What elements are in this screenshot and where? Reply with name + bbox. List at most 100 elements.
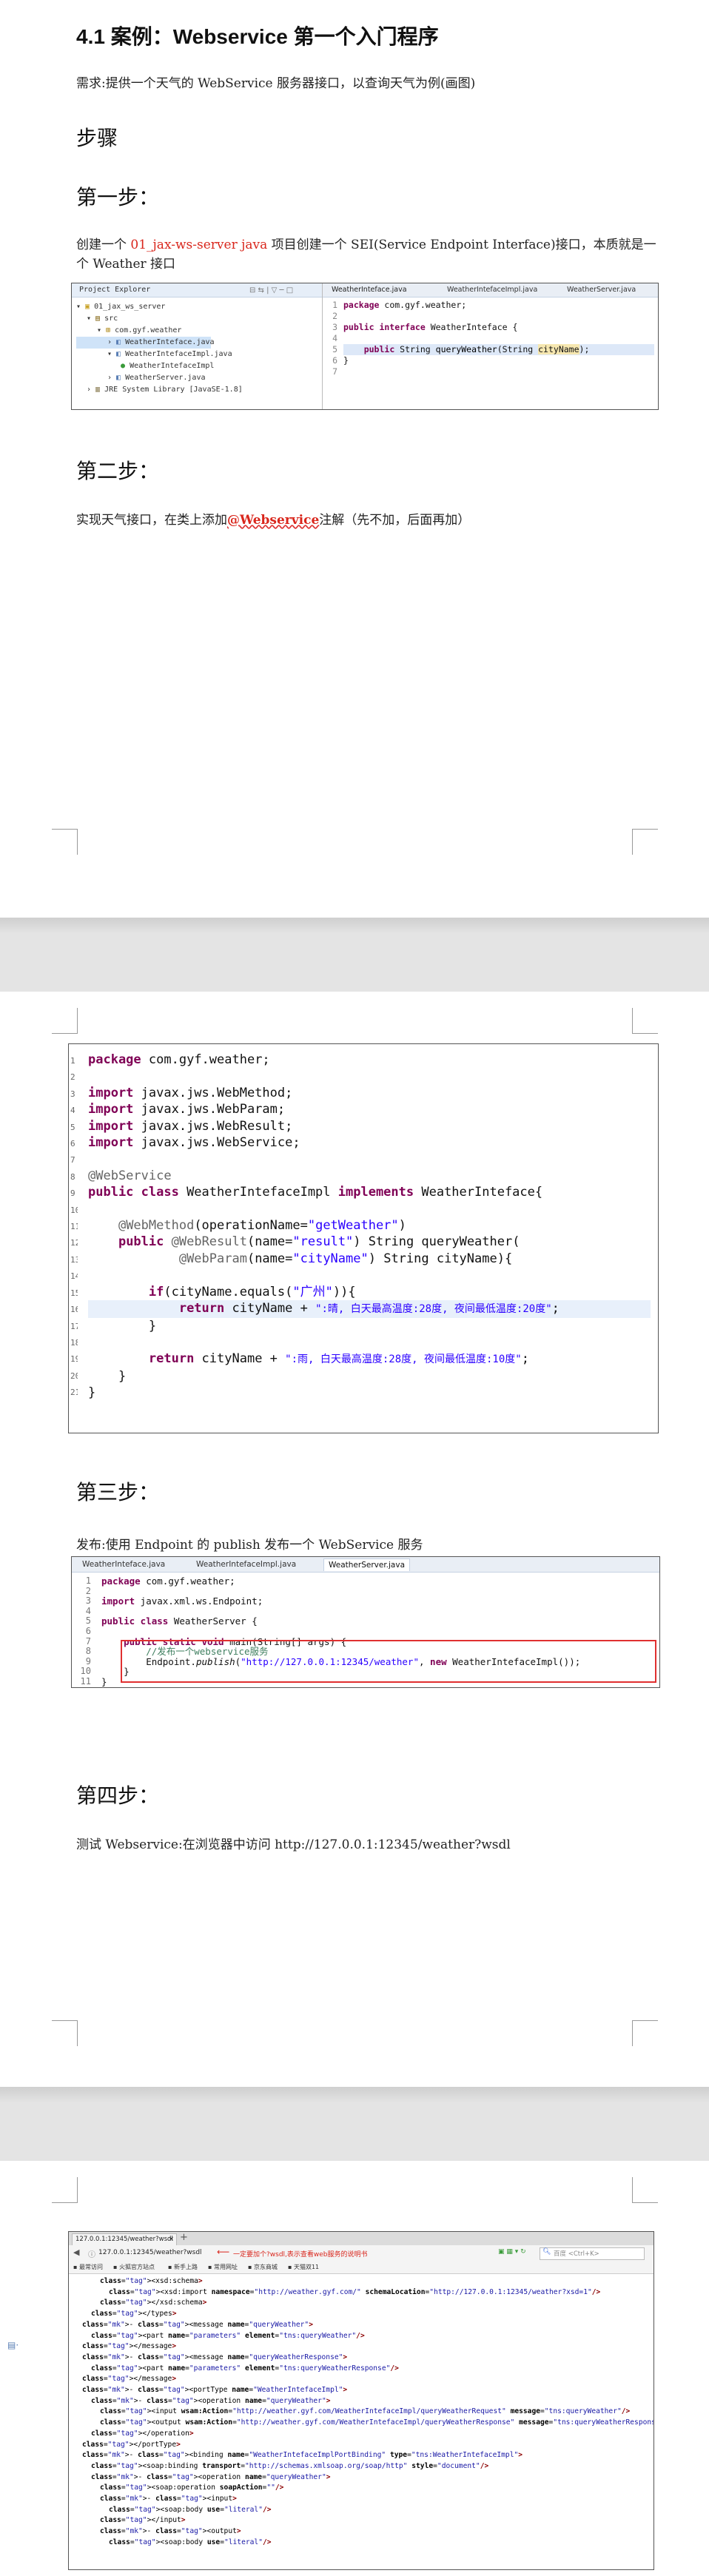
tree-item-src[interactable]: ▾ ▤ src: [76, 313, 243, 325]
step2-annotation: @Webservice: [227, 513, 320, 528]
line-number: 5: [332, 344, 337, 354]
line-number: 4: [70, 1106, 75, 1116]
line-number: 10: [70, 1205, 78, 1215]
line-number: 9: [85, 1655, 91, 1667]
bookmarks-bar: ▪ 最常访问 ▪ 火狐官方站点 ▪ 新手上路 ▪ 常用网址 ▪ 京东商城 ▪ 天猫双11: [69, 2261, 653, 2274]
bookmark-item[interactable]: ▪ 最常访问: [73, 2261, 103, 2273]
step3-heading: 第三步：: [76, 1480, 160, 1504]
address-bar[interactable]: 127.0.0.1:12345/weather?wsdl: [98, 2249, 202, 2256]
code-line: public String queryWeather(String cityNa…: [343, 344, 654, 355]
browser-tab[interactable]: 127.0.0.1:12345/weather?wsdl ×: [72, 2233, 177, 2246]
line-number-gutter: 1 2 3 4 5 6 7 8 9 10 11: [73, 1575, 91, 1687]
tree-item-jre[interactable]: › ▥ JRE System Library [JavaSE-1.8]: [76, 384, 243, 396]
ide-screenshot-server: WeatherInteface.java WeatherIntefaceImpl…: [71, 1556, 660, 1688]
steps-heading: 步骤: [76, 126, 118, 150]
xml-line: class="tag"><input wsam:Action="http://w…: [100, 2407, 631, 2416]
xml-line: class="tag"><output wsam:Action="http://…: [100, 2418, 654, 2427]
bookmark-item[interactable]: ▪ 常用网址: [208, 2261, 238, 2273]
line-number: 3: [70, 1089, 75, 1099]
tree-item-package[interactable]: ▾ ⊞ com.gyf.weather: [76, 325, 243, 337]
step1-project-name: 01_jax-ws-server java: [130, 238, 268, 252]
code-line: package com.gyf.weather;: [343, 300, 467, 310]
tab-server[interactable]: WeatherServer.java: [567, 286, 636, 294]
code-lines: package com.gyf.weather; public interfac…: [343, 300, 654, 377]
tab-impl[interactable]: WeatherIntefaceImpl.java: [196, 1560, 296, 1569]
bookmark-item[interactable]: ▪ 火狐官方站点: [113, 2261, 155, 2273]
xml-line: class="tag"></operation>: [91, 2429, 194, 2438]
xml-line: class="tag"></input>: [100, 2516, 186, 2525]
java-file-icon: ◧: [116, 350, 121, 358]
wsdl-xml-content: class="tag"><xsd:schema> class="tag"><xsd…: [82, 2276, 654, 2549]
xml-line: class="tag"><soap:binding transport="htt…: [91, 2461, 489, 2470]
page-3: ▤· 127.0.0.1:12345/weather?wsdl × + ◀ ⓘ 1…: [0, 2161, 709, 2576]
xml-line: class="mk">- class="tag"><output>: [100, 2527, 241, 2536]
xml-line: class="tag"></portType>: [82, 2440, 181, 2449]
method-signature: public @WebResult(name="result") String …: [118, 1234, 520, 1250]
close-method: }: [88, 1368, 127, 1384]
line-number: 6: [70, 1139, 75, 1149]
back-icon[interactable]: ◀: [73, 2247, 79, 2257]
section-title: 4.1 案例：Webservice 第一个入门程序: [76, 25, 439, 48]
bookmark-item[interactable]: ▪ 天猫双11: [288, 2261, 319, 2273]
tree-item-impl-class[interactable]: ● WeatherIntefaceImpl: [76, 360, 243, 372]
crop-mark: [52, 829, 78, 855]
xml-line: class="tag"><soap:body use="literal"/>: [109, 2505, 272, 2514]
line-number: 9: [70, 1188, 75, 1199]
wsdl-annotation: 一定要加个?wsdl,表示查看web服务的说明书: [233, 2251, 368, 2259]
line-number: 6: [85, 1625, 91, 1636]
bookmark-item[interactable]: ▪ 京东商城: [248, 2261, 278, 2273]
editor-code: 1234567 package com.gyf.weather; public …: [323, 300, 658, 408]
new-tab-icon[interactable]: +: [180, 2232, 188, 2243]
if-statement: if(cityName.equals("广州")){: [148, 1284, 356, 1299]
line-number-gutter: 1234567: [323, 300, 337, 377]
line-number: 6: [332, 355, 337, 366]
tree-item-interface-file[interactable]: › ◧ WeatherInteface.java: [76, 337, 215, 349]
tab-interface[interactable]: WeatherInteface.java: [82, 1560, 165, 1569]
line-number: 21: [70, 1388, 78, 1398]
ide-screenshot-interface: Project Explorer ⊟ ⇆ | ▽ ─ □ ▾ ▣ 01_jax_…: [71, 283, 659, 410]
tab-server-active[interactable]: WeatherServer.java: [323, 1558, 411, 1571]
step1-heading: 第一步：: [76, 185, 160, 209]
xml-line: class="mk">- class="tag"><operation name…: [91, 2396, 331, 2405]
toolbar-icons: ▣ ▦ ▾ ↻: [498, 2248, 526, 2256]
line-number: 16: [70, 1305, 78, 1315]
line-number: 7: [70, 1155, 75, 1166]
step2-text: 实现天气接口，在类上添加@Webservice注解（先不加，后面再加）: [76, 511, 470, 530]
search-box[interactable]: 🔍︎ 百度 <Ctrl+K>: [540, 2247, 645, 2260]
crop-mark: [52, 2177, 78, 2203]
line-number: 1: [85, 1575, 91, 1586]
line-number: 13: [70, 1254, 78, 1265]
project-explorer-panel: Project Explorer ⊟ ⇆ | ▽ ─ □ ▾ ▣ 01_jax_…: [72, 283, 323, 409]
step4-text: 测试 Webservice:在浏览器中访问 http://127.0.0.1:1…: [76, 1837, 511, 1852]
method-param: @WebParam(name="cityName") String cityNa…: [178, 1251, 513, 1266]
line-number: 3: [85, 1595, 91, 1607]
folder-icon: ▣: [85, 303, 90, 311]
method-annotation: @WebMethod(operationName="getWeather"): [118, 1218, 406, 1234]
close-icon[interactable]: ×: [169, 2234, 174, 2244]
line-number: 8: [70, 1171, 75, 1182]
line-number: 7: [332, 366, 337, 377]
code-screenshot-impl: 123456789101112131415161718192021 packag…: [68, 1043, 659, 1433]
crop-mark: [632, 2020, 658, 2046]
tree-item-server-file[interactable]: › ◧ WeatherServer.java: [76, 372, 243, 384]
line-number: 8: [85, 1646, 91, 1657]
xml-line: class="tag"></message>: [82, 2375, 177, 2384]
library-icon: ▥: [95, 386, 101, 394]
tab-impl[interactable]: WeatherIntefaceImpl.java: [447, 286, 537, 294]
line-number: 12: [70, 1238, 78, 1248]
page-gap: [0, 918, 709, 992]
tree-item-project[interactable]: ▾ ▣ 01_jax_ws_server: [76, 301, 243, 313]
tab-interface[interactable]: WeatherInteface.java: [332, 286, 407, 294]
tree-item-impl-file[interactable]: ▾ ◧ WeatherIntefaceImpl.java: [76, 349, 243, 360]
xml-line: class="mk">- class="tag"><message name="…: [82, 2353, 348, 2361]
crop-mark: [52, 2020, 78, 2046]
line-number: 2: [70, 1072, 75, 1083]
java-file-icon: ◧: [116, 338, 121, 346]
editor-tab-bar: WeatherInteface.java WeatherIntefaceImpl…: [323, 283, 658, 297]
xml-line: class="tag"><xsd:schema>: [100, 2277, 203, 2285]
bookmark-item[interactable]: ▪ 新手上路: [168, 2261, 198, 2273]
java-file-icon: ◧: [116, 374, 121, 382]
line-number: 2: [85, 1585, 91, 1596]
browser-screenshot: 127.0.0.1:12345/weather?wsdl × + ◀ ⓘ 127.…: [68, 2231, 654, 2570]
